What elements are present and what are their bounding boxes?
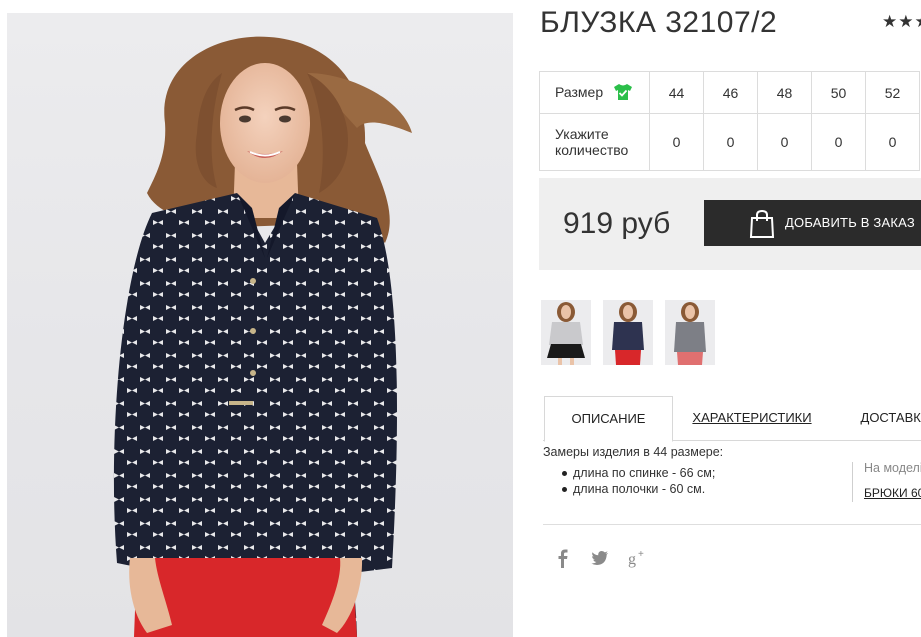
size-cell-44: 44	[649, 71, 704, 114]
price-panel: 919 руб ДОБАВИТЬ В ЗАКАЗ	[539, 178, 921, 270]
model-pants-link[interactable]: БРЮКИ 6010	[864, 486, 921, 500]
list-item: длина по спинке - 66 см;	[562, 465, 715, 481]
tshirt-size-icon[interactable]	[613, 83, 633, 101]
shopping-bag-icon	[749, 209, 775, 238]
main-product-photo[interactable]	[7, 13, 513, 637]
model-outfit-box: На моделі БРЮКИ 6010	[852, 462, 921, 502]
add-to-order-button[interactable]: ДОБАВИТЬ В ЗАКАЗ	[704, 200, 921, 246]
facebook-icon[interactable]	[556, 548, 570, 568]
svg-text:+: +	[638, 549, 644, 560]
quantity-input-52[interactable]: 0	[865, 113, 920, 171]
model-label: На моделі	[864, 461, 921, 475]
google-plus-icon[interactable]: g +	[628, 548, 648, 568]
quantity-input-50[interactable]: 0	[811, 113, 866, 171]
description-list: длина по спинке - 66 см; длина полочки -…	[562, 465, 715, 497]
product-title: БЛУЗКА 32107/2	[540, 6, 778, 39]
list-item: длина полочки - 60 см.	[562, 481, 715, 497]
quantity-label: Укажите количество	[539, 113, 650, 171]
tab-characteristics[interactable]: ХАРАКТЕРИСТИКИ	[687, 396, 817, 441]
tab-delivery[interactable]: ДОСТАВКА	[850, 396, 921, 441]
twitter-icon[interactable]	[591, 548, 609, 568]
product-tabs: ОПИСАНИЕ ХАРАКТЕРИСТИКИ ДОСТАВКА	[543, 396, 921, 442]
price: 919 руб	[563, 207, 671, 240]
quantity-row: Укажите количество 0 0 0 0 0	[539, 113, 920, 171]
size-label: Размер	[555, 84, 604, 101]
size-row: Размер 44 46 48 50 52	[539, 71, 920, 114]
thumbnail-1[interactable]	[541, 300, 591, 365]
svg-text:g: g	[628, 551, 636, 568]
size-cell-46: 46	[703, 71, 758, 114]
description-intro: Замеры изделия в 44 размере:	[543, 445, 724, 459]
size-header-cell: Размер	[539, 71, 650, 114]
size-cell-48: 48	[757, 71, 812, 114]
size-cell-52: 52	[865, 71, 920, 114]
quantity-input-48[interactable]: 0	[757, 113, 812, 171]
rating-stars[interactable]: ★★★	[882, 12, 921, 32]
thumbnail-2[interactable]	[603, 300, 653, 365]
size-table: Размер 44 46 48 50 52 Укажите количество…	[539, 71, 920, 171]
divider	[543, 524, 921, 525]
quantity-input-46[interactable]: 0	[703, 113, 758, 171]
tab-description[interactable]: ОПИСАНИЕ	[544, 396, 673, 442]
thumbnail-3[interactable]	[665, 300, 715, 365]
quantity-input-44[interactable]: 0	[649, 113, 704, 171]
size-cell-50: 50	[811, 71, 866, 114]
add-to-order-label: ДОБАВИТЬ В ЗАКАЗ	[785, 215, 915, 230]
